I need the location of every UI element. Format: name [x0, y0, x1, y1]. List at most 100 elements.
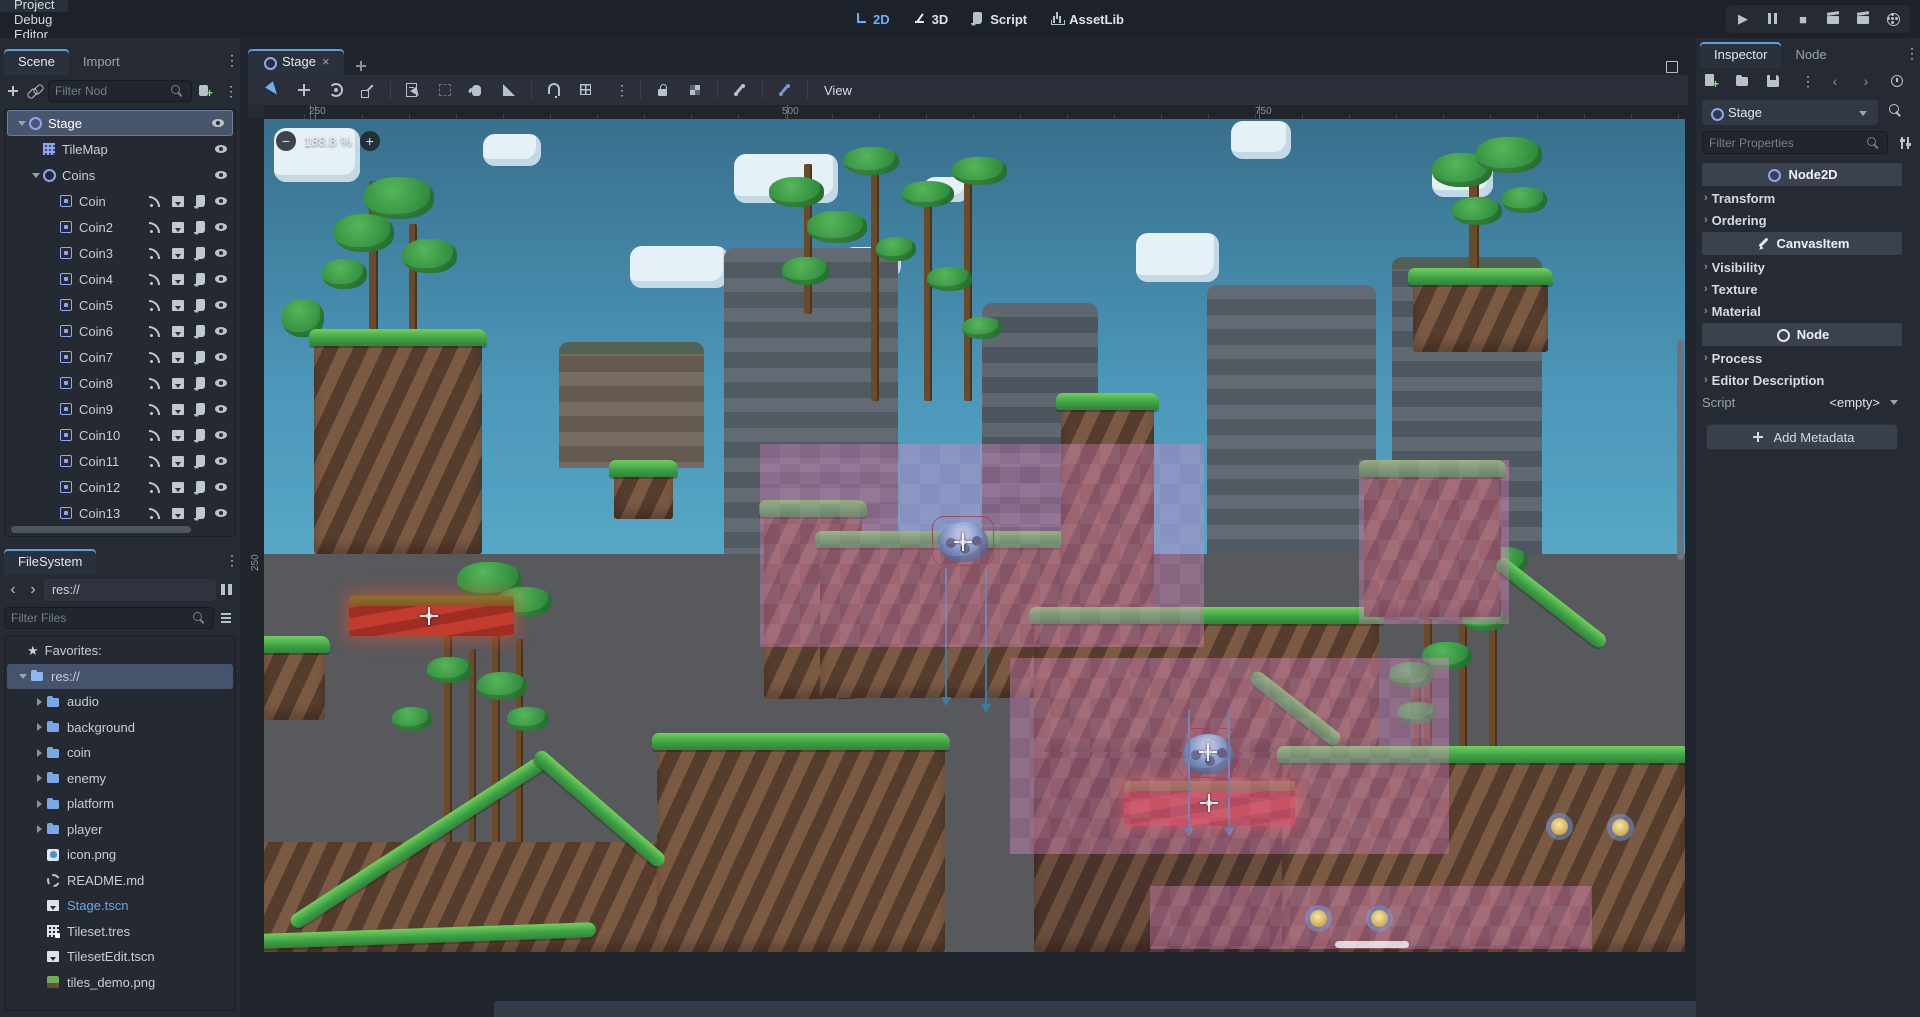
script-icon[interactable] — [193, 376, 207, 390]
tree-row-coin4[interactable]: Coin4 — [5, 266, 235, 292]
mode-script[interactable]: Script — [962, 8, 1035, 30]
instance-icon[interactable] — [170, 350, 184, 364]
zoom-level[interactable]: 188.8 % — [304, 134, 352, 149]
zoom-out-button[interactable]: − — [276, 131, 296, 151]
fs-row-tiles-demo-png[interactable]: tiles_demo.png — [5, 970, 235, 996]
group-ordering[interactable]: ›Ordering — [1702, 209, 1902, 231]
terrain-platform[interactable] — [1413, 276, 1548, 352]
script-icon[interactable] — [193, 402, 207, 416]
instance-icon[interactable] — [170, 402, 184, 416]
visibility-toggle-icon[interactable] — [213, 141, 229, 157]
menu-debug[interactable]: Debug — [0, 12, 68, 27]
group-editor-description[interactable]: ›Editor Description — [1702, 369, 1902, 391]
move-tool-button[interactable] — [295, 81, 313, 99]
instance-icon[interactable] — [170, 480, 184, 494]
visibility-toggle-icon[interactable] — [213, 401, 229, 417]
fs-row-favorites-[interactable]: ★Favorites: — [5, 638, 235, 664]
signal-icon[interactable] — [147, 480, 161, 494]
movie-mode-button[interactable] — [1884, 10, 1902, 28]
rotate-tool-button[interactable] — [327, 81, 345, 99]
instance-icon[interactable] — [170, 506, 184, 520]
pan-tool-button[interactable] — [468, 81, 486, 99]
visibility-toggle-icon[interactable] — [210, 115, 226, 131]
fs-row-stage-tscn[interactable]: Stage.tscn — [5, 893, 235, 919]
visibility-toggle-icon[interactable] — [213, 323, 229, 339]
signal-icon[interactable] — [147, 220, 161, 234]
instance-icon[interactable] — [170, 428, 184, 442]
history-button[interactable] — [1888, 72, 1906, 90]
category-node[interactable]: Node — [1702, 323, 1902, 346]
scene-dock-menu-icon[interactable] — [220, 52, 236, 68]
tree-row-coin12[interactable]: Coin12 — [5, 474, 235, 500]
fs-sort-button[interactable] — [218, 609, 236, 627]
add-node-button[interactable] — [4, 82, 22, 100]
visibility-toggle-icon[interactable] — [213, 297, 229, 313]
filter-properties-input[interactable]: Filter Properties — [1702, 131, 1888, 154]
signal-icon[interactable] — [147, 298, 161, 312]
script-icon[interactable] — [193, 506, 207, 520]
expand-icon[interactable] — [31, 821, 45, 837]
signal-icon[interactable] — [147, 454, 161, 468]
group-texture[interactable]: ›Texture — [1702, 278, 1902, 300]
visibility-toggle-icon[interactable] — [213, 427, 229, 443]
select-tool-button[interactable] — [263, 81, 281, 99]
tab-scene[interactable]: Scene — [4, 49, 69, 75]
visibility-toggle-icon[interactable] — [213, 375, 229, 391]
zoom-in-button[interactable]: + — [360, 131, 380, 151]
new-scene-tab-button[interactable] — [352, 57, 370, 75]
visibility-toggle-icon[interactable] — [213, 193, 229, 209]
new-resource-button[interactable] — [1702, 72, 1720, 90]
fs-split-mode-button[interactable] — [218, 581, 236, 599]
group-process[interactable]: ›Process — [1702, 347, 1902, 369]
expand-icon[interactable] — [31, 796, 45, 812]
node-selector-dropdown[interactable]: Stage — [1702, 100, 1878, 125]
signal-icon[interactable] — [147, 506, 161, 520]
canvas-2d[interactable]: − 188.8 % + — [264, 119, 1685, 952]
pivot-gizmo[interactable] — [1200, 794, 1218, 812]
play-button[interactable]: ▶ — [1734, 10, 1752, 28]
scale-tool-button[interactable] — [359, 81, 377, 99]
group-visibility[interactable]: ›Visibility — [1702, 256, 1902, 278]
tab-stage-scene[interactable]: Stage × — [248, 49, 344, 75]
expand-icon[interactable] — [31, 745, 45, 761]
visibility-toggle-icon[interactable] — [213, 167, 229, 183]
fs-row-audio[interactable]: audio — [5, 689, 235, 715]
attach-script-button[interactable] — [196, 82, 214, 100]
signal-icon[interactable] — [147, 402, 161, 416]
fs-row-background[interactable]: background — [5, 715, 235, 741]
close-tab-icon[interactable]: × — [322, 54, 330, 69]
category-node2d[interactable]: Node2D — [1702, 163, 1902, 186]
fs-row-enemy[interactable]: enemy — [5, 766, 235, 792]
coin-sprite[interactable] — [1551, 818, 1568, 835]
grid-snap-tool-button[interactable] — [577, 81, 595, 99]
signal-icon[interactable] — [147, 428, 161, 442]
tab-inspector[interactable]: Inspector — [1700, 42, 1781, 68]
terrain-platform[interactable] — [264, 644, 325, 720]
terrain-platform[interactable] — [614, 468, 673, 519]
magnet-tool-button[interactable] — [545, 81, 563, 99]
script-icon[interactable] — [193, 298, 207, 312]
signal-icon[interactable] — [147, 376, 161, 390]
script-icon[interactable] — [193, 220, 207, 234]
filter-files-input[interactable]: Filter Files — [4, 607, 214, 629]
fs-back-button[interactable]: ‹ — [4, 581, 22, 599]
script-icon[interactable] — [193, 194, 207, 208]
visibility-toggle-icon[interactable] — [213, 245, 229, 261]
fs-path-field[interactable]: res:// — [44, 579, 216, 601]
category-canvasitem[interactable]: CanvasItem — [1702, 232, 1902, 255]
pause-button[interactable] — [1764, 10, 1782, 28]
history-forward-button[interactable]: › — [1857, 72, 1875, 90]
tab-filesystem[interactable]: FileSystem — [4, 549, 96, 575]
search-docs-button[interactable] — [1886, 102, 1904, 120]
signal-icon[interactable] — [147, 350, 161, 364]
load-resource-button[interactable] — [1733, 72, 1751, 90]
terrain-platform[interactable] — [657, 741, 945, 952]
tree-row-coin9[interactable]: Coin9 — [5, 396, 235, 422]
script-icon[interactable] — [193, 480, 207, 494]
script-icon[interactable] — [193, 428, 207, 442]
tab-import[interactable]: Import — [69, 49, 134, 75]
fs-forward-button[interactable]: › — [24, 581, 42, 599]
save-resource-button[interactable] — [1764, 72, 1782, 90]
resource-menu-button[interactable] — [1795, 72, 1813, 90]
group-transform[interactable]: ›Transform — [1702, 187, 1902, 209]
